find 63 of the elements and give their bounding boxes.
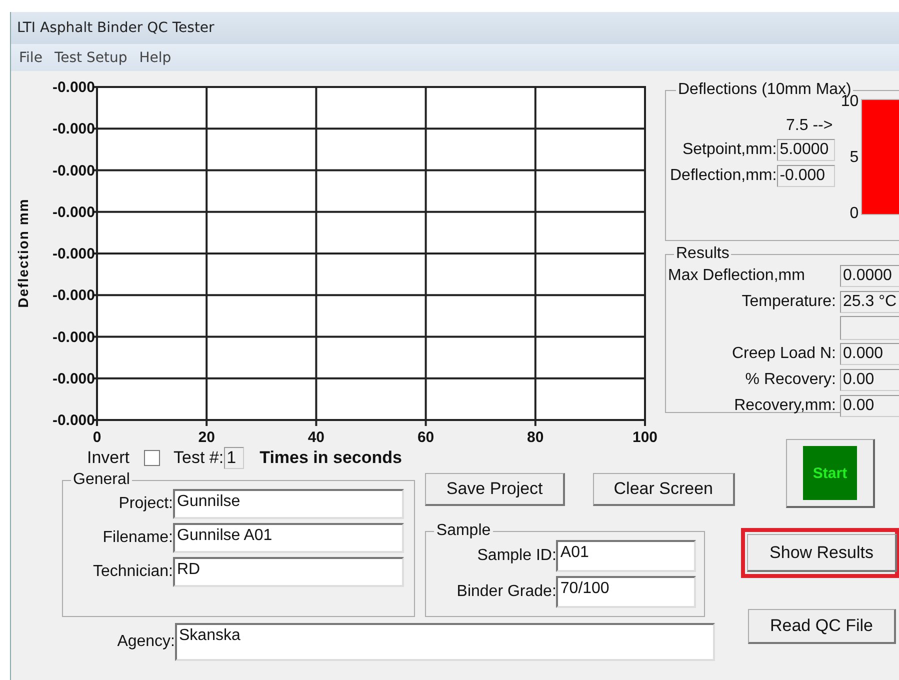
y-tick-label: -0.000 — [52, 204, 95, 221]
result-field[interactable]: 0.00 — [840, 369, 899, 391]
x-tick-label: 100 — [632, 429, 658, 446]
y-tick-label: -0.000 — [52, 287, 95, 304]
x-tick-label: 60 — [417, 429, 434, 446]
menu-item[interactable]: File — [19, 50, 42, 66]
result-label: Temperature: — [740, 293, 837, 311]
group-title: Results — [675, 245, 730, 263]
x-tick-label: 80 — [527, 429, 544, 446]
y-tick-label: -0.000 — [52, 328, 95, 346]
show-results-button[interactable]: Show Results — [747, 534, 897, 572]
result-field[interactable]: 25.3 °C — [840, 291, 899, 313]
y-tick-label: -0.000 — [52, 79, 95, 96]
scale-label: 5 — [850, 149, 859, 167]
y-axis-title: Deflection mm — [15, 198, 31, 308]
y-tick-label: -0.000 — [52, 370, 95, 388]
y-tick-label: -0.000 — [52, 412, 95, 429]
text-field[interactable]: Gunnilse — [173, 489, 404, 519]
result-label: % Recovery: — [744, 371, 837, 389]
save-project-button[interactable]: Save Project — [425, 473, 565, 506]
menu-item[interactable]: Test Setup — [54, 50, 128, 66]
x-tick-label: 0 — [92, 429, 102, 446]
text-field[interactable]: A01 — [556, 540, 696, 572]
field-label: Technician: — [92, 563, 173, 581]
y-tick-label: -0.000 — [52, 120, 95, 138]
group-title: General — [72, 471, 131, 489]
agency-field[interactable]: Skanska — [175, 623, 715, 661]
result-field[interactable] — [840, 316, 899, 340]
text-field[interactable]: 70/100 — [556, 576, 696, 608]
menu-item[interactable]: Help — [139, 50, 172, 66]
read-qc-file-button[interactable]: Read QC File — [748, 609, 896, 644]
text-field[interactable]: RD — [173, 557, 404, 587]
setpoint-field[interactable]: 5.0000 — [776, 139, 835, 161]
y-tick-label: -0.000 — [52, 246, 95, 262]
start-button[interactable]: Start — [786, 439, 875, 508]
agency-label: Agency: — [116, 633, 175, 651]
invert-checkbox[interactable] — [144, 450, 160, 466]
deflection-field[interactable]: -0.000 — [776, 165, 835, 187]
group-title: Sample — [435, 522, 492, 540]
result-field[interactable]: 0.000 — [840, 343, 899, 365]
text-field[interactable]: Gunnilse A01 — [173, 523, 404, 553]
y-tick-label: -0.000 — [52, 162, 95, 180]
result-label: Creep Load N: — [730, 345, 837, 363]
test-number-label: Test #: — [174, 448, 224, 468]
x-tick-label: 20 — [198, 429, 215, 446]
result-field[interactable]: 0.00 — [840, 395, 899, 417]
x-tick-label: 40 — [308, 429, 325, 446]
field-label: Binder Grade: — [456, 583, 556, 601]
result-field[interactable]: 0.0000 — [840, 265, 899, 287]
field-label: Project: — [118, 495, 173, 513]
marker-label: 7.5 --> — [786, 117, 833, 135]
result-label: Max Deflection,mm — [668, 267, 806, 285]
window-title: LTI Asphalt Binder QC Tester — [17, 20, 214, 36]
setpoint-label: Setpoint,mm: — [682, 141, 777, 159]
deflection-label: Deflection,mm: — [670, 167, 777, 185]
x-axis-title: Times in seconds — [260, 448, 402, 468]
test-number-field[interactable]: 1 — [224, 447, 244, 469]
field-label: Sample ID: — [476, 547, 556, 565]
scale-label: 0 — [850, 205, 859, 223]
field-label: Filename: — [102, 529, 173, 547]
result-label: Recovery,mm: — [733, 397, 837, 415]
clear-screen-button[interactable]: Clear Screen — [592, 473, 735, 506]
invert-label: Invert — [87, 448, 130, 468]
